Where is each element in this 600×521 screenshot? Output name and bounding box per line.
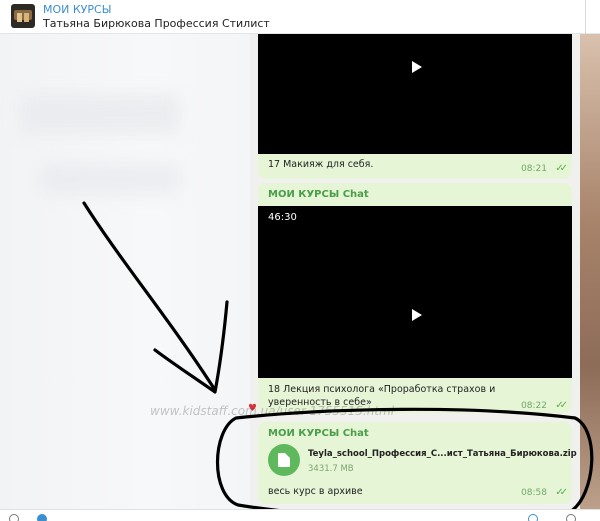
- attach-icon[interactable]: [37, 514, 47, 521]
- chat-header: МОИ КУРСЫ Татьяна Бирюкова Профессия Сти…: [0, 0, 600, 34]
- blurred-side-panel: [0, 34, 250, 509]
- double-check-icon: ✓✓: [555, 163, 568, 174]
- search-icon[interactable]: [9, 514, 19, 521]
- message-time: 08:58: [521, 488, 547, 498]
- header-divider: [585, 0, 586, 34]
- microphone-icon[interactable]: [566, 514, 576, 521]
- file-document-icon[interactable]: [268, 444, 300, 476]
- message-caption: 17 Макияж для себя.: [268, 159, 374, 170]
- emoji-icon[interactable]: [528, 514, 538, 521]
- play-icon[interactable]: [412, 309, 422, 321]
- message-video-2[interactable]: МОИ КУРСЫ Chat 46:30 18 Лекция психолога…: [258, 183, 572, 413]
- chat-subtitle: Татьяна Бирюкова Профессия Стилист: [43, 17, 270, 30]
- message-file[interactable]: МОИ КУРСЫ Chat Teyla_school_Профессия_С.…: [258, 422, 577, 504]
- message-time: 08:22: [521, 401, 547, 411]
- video-duration: 46:30: [268, 212, 297, 223]
- message-time: 08:21: [521, 164, 547, 174]
- video-player[interactable]: 46:30: [258, 206, 572, 378]
- chat-title[interactable]: МОИ КУРСЫ: [43, 3, 111, 16]
- message-video-1[interactable]: 17 Макияж для себя. 08:21 ✓✓: [258, 34, 572, 179]
- message-caption: весь курс в архиве: [268, 486, 363, 497]
- side-wallpaper-strip: [580, 34, 600, 509]
- video-player[interactable]: [258, 34, 572, 154]
- double-check-icon: ✓✓: [555, 487, 568, 498]
- watermark-text: www.kidstaff.com.ua/user-1755515.html: [150, 404, 395, 418]
- channel-avatar[interactable]: [11, 4, 35, 28]
- message-sender[interactable]: МОИ КУРСЫ Chat: [268, 428, 369, 439]
- double-check-icon: ✓✓: [555, 400, 568, 411]
- message-sender[interactable]: МОИ КУРСЫ Chat: [268, 189, 369, 200]
- file-size: 3431.7 MB: [308, 464, 354, 474]
- file-name[interactable]: Teyla_school_Профессия_С...ист_Татьяна_Б…: [308, 449, 577, 459]
- message-input-bar: [0, 509, 600, 521]
- play-icon[interactable]: [412, 61, 422, 73]
